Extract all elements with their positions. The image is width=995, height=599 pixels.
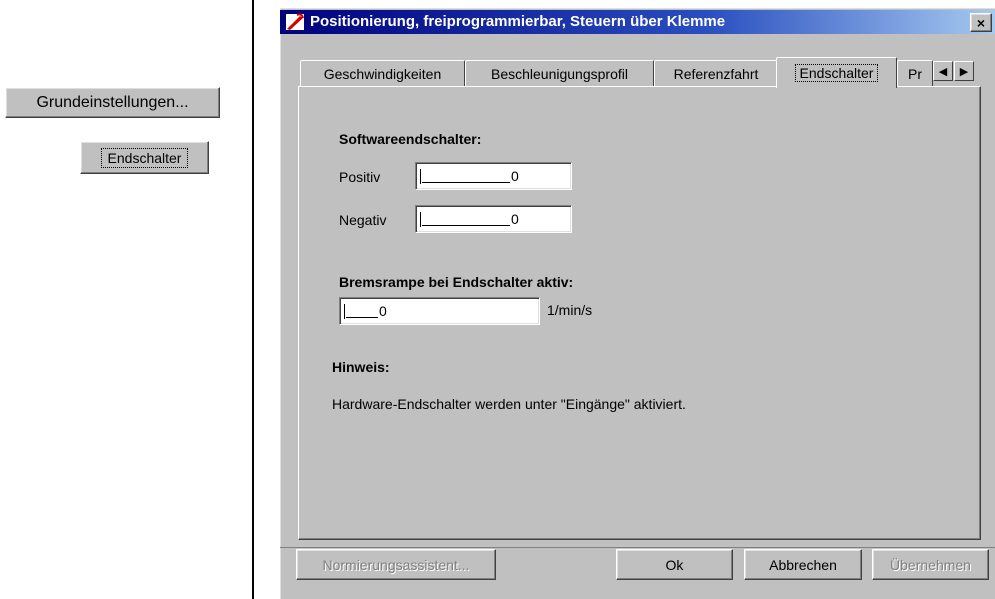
tab-pr[interactable]: Pr (897, 60, 933, 86)
software-endschalter-heading: Softwareendschalter: (339, 131, 482, 147)
bremsrampe-heading: Bremsrampe bei Endschalter aktiv: (339, 274, 574, 290)
tab-label: Endschalter (794, 64, 879, 82)
normierungsassistent-button[interactable]: Normierungsassistent... (296, 549, 496, 580)
close-button[interactable]: × (970, 13, 992, 32)
app-icon (286, 13, 304, 30)
arrow-right-icon: ▶ (959, 65, 969, 78)
input-fill-underline (346, 305, 378, 318)
uebernehmen-label: Übernehmen (890, 556, 971, 573)
tab-geschwindigkeiten[interactable]: Geschwindigkeiten (300, 60, 465, 86)
endschalter-button-label: Endschalter (100, 147, 189, 168)
positiv-label: Positiv (339, 169, 381, 185)
tab-referenzfahrt[interactable]: Referenzfahrt (654, 60, 778, 86)
button-row-separator (280, 547, 995, 548)
positiv-input[interactable]: 0 (415, 162, 572, 190)
tab-label: Beschleunigungsprofil (491, 65, 628, 82)
input-fill-underline (422, 170, 510, 183)
hinweis-heading: Hinweis: (332, 359, 390, 375)
grundeinstellungen-button[interactable]: Grundeinstellungen... (5, 87, 220, 118)
positiv-value: 0 (511, 168, 519, 184)
text-caret (420, 168, 421, 184)
tab-scroll-right-button[interactable]: ▶ (954, 61, 974, 81)
normierungsassistent-label: Normierungsassistent... (322, 556, 470, 573)
endschalter-button[interactable]: Endschalter (80, 141, 209, 174)
abbrechen-label: Abbrechen (769, 556, 837, 573)
arrow-left-icon: ◀ (938, 65, 948, 78)
tab-scroll-left-button[interactable]: ◀ (933, 61, 953, 81)
ok-label: Ok (665, 556, 684, 573)
tab-label: Geschwindigkeiten (323, 65, 442, 82)
tab-label: Pr (908, 65, 922, 82)
uebernehmen-button[interactable]: Übernehmen (872, 549, 989, 580)
tab-label: Referenzfahrt (673, 65, 759, 82)
tab-beschleunigungsprofil[interactable]: Beschleunigungsprofil (465, 60, 654, 86)
negativ-input[interactable]: 0 (415, 205, 572, 233)
text-caret (420, 211, 421, 227)
bremsrampe-input[interactable]: 0 (339, 297, 540, 325)
bremsrampe-unit: 1/min/s (547, 302, 593, 318)
input-fill-underline (422, 213, 510, 226)
ok-button[interactable]: Ok (616, 549, 733, 580)
bremsrampe-value: 0 (379, 303, 387, 319)
negativ-value: 0 (511, 211, 519, 227)
close-icon: × (976, 14, 986, 31)
negativ-label: Negativ (339, 212, 387, 228)
abbrechen-button[interactable]: Abbrechen (744, 549, 862, 580)
grundeinstellungen-label: Grundeinstellungen... (36, 93, 189, 111)
dialog-title: Positionierung, freiprogrammierbar, Steu… (310, 13, 726, 30)
text-caret (344, 303, 345, 319)
hinweis-text: Hardware-Endschalter werden unter "Eingä… (332, 396, 686, 412)
tab-endschalter[interactable]: Endschalter (776, 57, 897, 88)
vertical-separator (252, 0, 254, 599)
